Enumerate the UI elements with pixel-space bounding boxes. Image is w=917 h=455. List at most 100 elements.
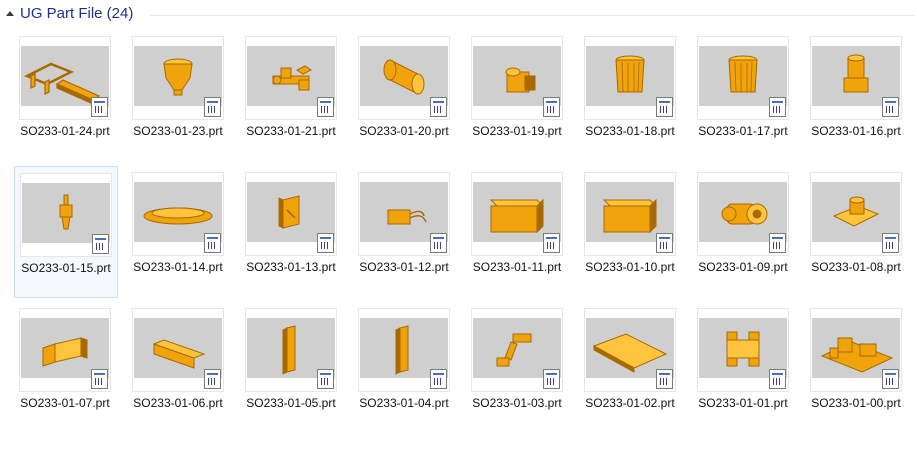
group-header[interactable]: UG Part File (24) (0, 0, 917, 28)
file-item[interactable]: SO233-01-13.prt (240, 166, 344, 298)
file-thumbnail[interactable] (584, 36, 676, 120)
file-name[interactable]: SO233-01-17.prt (692, 123, 794, 139)
file-thumbnail[interactable] (358, 308, 450, 392)
file-name[interactable]: SO233-01-09.prt (692, 259, 794, 275)
ug-file-type-icon (317, 369, 334, 389)
file-thumbnail[interactable] (245, 36, 337, 120)
file-name[interactable]: SO233-01-13.prt (240, 259, 342, 275)
file-thumbnail[interactable] (358, 36, 450, 120)
ug-file-type-icon (543, 97, 560, 117)
file-name[interactable]: SO233-01-14.prt (127, 259, 229, 275)
file-thumbnail[interactable] (358, 172, 450, 256)
file-item[interactable]: SO233-01-24.prt (14, 30, 118, 162)
ug-file-type-icon (91, 97, 108, 117)
ug-file-type-icon (656, 369, 673, 389)
ug-file-type-icon (882, 369, 899, 389)
file-name[interactable]: SO233-01-03.prt (466, 395, 568, 411)
file-thumbnail[interactable] (471, 308, 563, 392)
file-thumbnail[interactable] (697, 36, 789, 120)
ug-file-type-icon (204, 369, 221, 389)
ug-file-type-icon (769, 97, 786, 117)
group-divider (150, 15, 915, 16)
file-name[interactable]: SO233-01-18.prt (579, 123, 681, 139)
file-name[interactable]: SO233-01-02.prt (579, 395, 681, 411)
file-thumbnail[interactable] (19, 36, 111, 120)
file-thumbnail[interactable] (132, 308, 224, 392)
ug-file-type-icon (543, 233, 560, 253)
file-item[interactable]: SO233-01-12.prt (353, 166, 457, 298)
file-name[interactable]: SO233-01-04.prt (353, 395, 455, 411)
file-thumbnail[interactable] (132, 172, 224, 256)
ug-file-type-icon (543, 369, 560, 389)
file-name[interactable]: SO233-01-06.prt (127, 395, 229, 411)
file-thumbnail[interactable] (810, 36, 902, 120)
file-item[interactable]: SO233-01-15.prt (14, 166, 118, 298)
file-thumbnail[interactable] (810, 172, 902, 256)
file-thumbnail[interactable] (471, 172, 563, 256)
ug-file-type-icon (882, 97, 899, 117)
file-item[interactable]: SO233-01-05.prt (240, 302, 344, 434)
file-item[interactable]: SO233-01-03.prt (466, 302, 570, 434)
file-name[interactable]: SO233-01-05.prt (240, 395, 342, 411)
file-item[interactable]: SO233-01-17.prt (692, 30, 796, 162)
file-name[interactable]: SO233-01-20.prt (353, 123, 455, 139)
file-thumbnail[interactable] (584, 308, 676, 392)
file-item[interactable]: SO233-01-19.prt (466, 30, 570, 162)
file-item[interactable]: SO233-01-07.prt (14, 302, 118, 434)
file-item[interactable]: SO233-01-21.prt (240, 30, 344, 162)
file-name[interactable]: SO233-01-08.prt (805, 259, 907, 275)
file-item[interactable]: SO233-01-01.prt (692, 302, 796, 434)
ug-file-type-icon (91, 369, 108, 389)
file-item[interactable]: SO233-01-02.prt (579, 302, 683, 434)
file-thumbnail[interactable] (697, 172, 789, 256)
file-name[interactable]: SO233-01-16.prt (805, 123, 907, 139)
ug-file-type-icon (317, 97, 334, 117)
file-thumbnail[interactable] (810, 308, 902, 392)
ug-file-type-icon (430, 233, 447, 253)
file-name[interactable]: SO233-01-23.prt (127, 123, 229, 139)
file-name[interactable]: SO233-01-10.prt (579, 259, 681, 275)
file-item[interactable]: SO233-01-06.prt (127, 302, 231, 434)
ug-file-type-icon (204, 233, 221, 253)
file-thumbnail[interactable] (245, 308, 337, 392)
file-name[interactable]: SO233-01-19.prt (466, 123, 568, 139)
file-item[interactable]: SO233-01-09.prt (692, 166, 796, 298)
ug-file-type-icon (769, 369, 786, 389)
file-item[interactable]: SO233-01-20.prt (353, 30, 457, 162)
file-name[interactable]: SO233-01-24.prt (14, 123, 116, 139)
ug-file-type-icon (92, 234, 109, 254)
file-thumbnail[interactable] (584, 172, 676, 256)
file-name[interactable]: SO233-01-15.prt (15, 260, 117, 276)
file-name[interactable]: SO233-01-00.prt (805, 395, 907, 411)
file-item[interactable]: SO233-01-04.prt (353, 302, 457, 434)
file-item[interactable]: SO233-01-08.prt (805, 166, 909, 298)
file-item[interactable]: SO233-01-11.prt (466, 166, 570, 298)
group-title: UG Part File (24) (20, 5, 134, 22)
file-item[interactable]: SO233-01-00.prt (805, 302, 909, 434)
file-name[interactable]: SO233-01-12.prt (353, 259, 455, 275)
file-item[interactable]: SO233-01-16.prt (805, 30, 909, 162)
file-name[interactable]: SO233-01-11.prt (466, 259, 568, 275)
ug-file-type-icon (430, 97, 447, 117)
file-item[interactable]: SO233-01-10.prt (579, 166, 683, 298)
file-name[interactable]: SO233-01-21.prt (240, 123, 342, 139)
file-name[interactable]: SO233-01-01.prt (692, 395, 794, 411)
file-thumbnail[interactable] (132, 36, 224, 120)
ug-file-type-icon (656, 233, 673, 253)
ug-file-type-icon (769, 233, 786, 253)
file-thumbnail[interactable] (245, 172, 337, 256)
file-item[interactable]: SO233-01-14.prt (127, 166, 231, 298)
ug-file-type-icon (656, 97, 673, 117)
file-item[interactable]: SO233-01-23.prt (127, 30, 231, 162)
file-thumbnail[interactable] (697, 308, 789, 392)
file-item[interactable]: SO233-01-18.prt (579, 30, 683, 162)
ug-file-type-icon (430, 369, 447, 389)
file-thumbnail[interactable] (20, 173, 112, 257)
file-thumbnail[interactable] (19, 308, 111, 392)
collapse-icon[interactable] (6, 11, 14, 16)
file-thumbnail[interactable] (471, 36, 563, 120)
ug-file-type-icon (882, 233, 899, 253)
file-name[interactable]: SO233-01-07.prt (14, 395, 116, 411)
ug-file-type-icon (317, 233, 334, 253)
ug-file-type-icon (204, 97, 221, 117)
